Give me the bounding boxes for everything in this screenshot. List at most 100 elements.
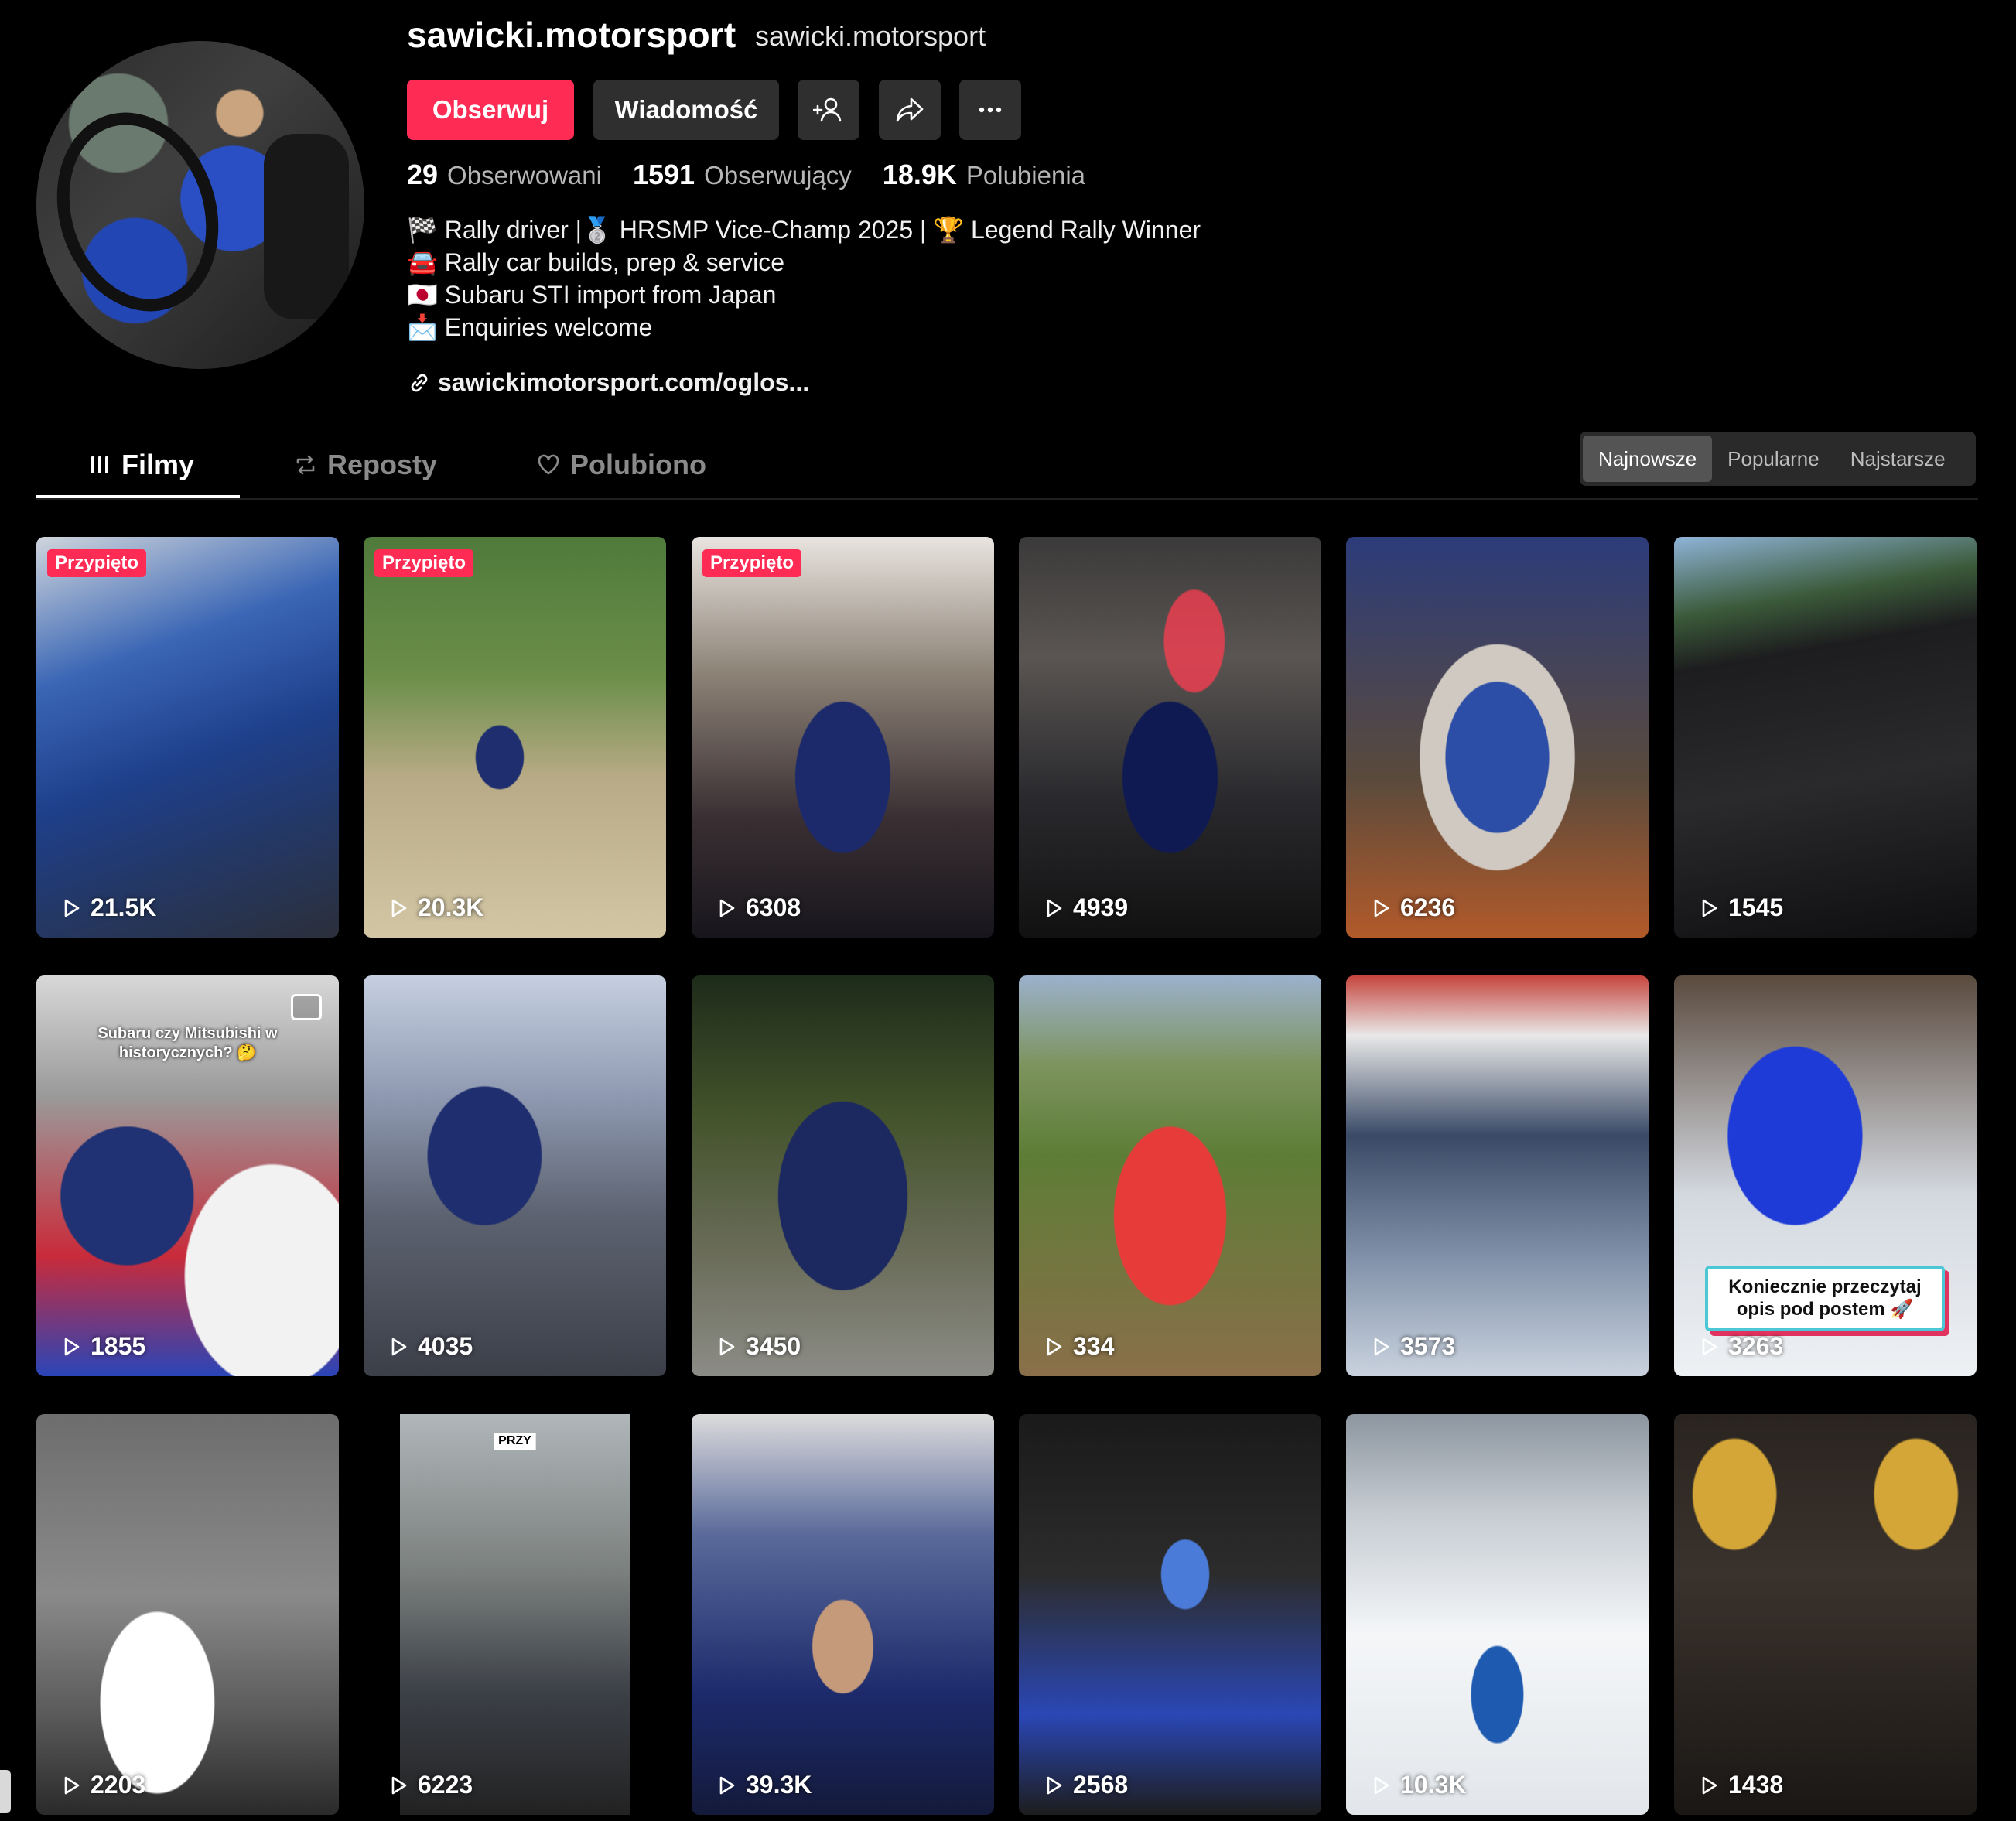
view-count-value: 3263 bbox=[1728, 1332, 1784, 1360]
side-scroll-handle[interactable] bbox=[0, 1770, 11, 1813]
video-card[interactable]: 4939 bbox=[1019, 537, 1321, 938]
tab-liked[interactable]: Polubiono bbox=[536, 433, 706, 497]
tab-liked-label: Polubiono bbox=[570, 449, 706, 480]
more-options-button[interactable] bbox=[959, 80, 1021, 140]
view-count-value: 6223 bbox=[418, 1771, 473, 1799]
bio-line: 📩 Enquiries welcome bbox=[407, 313, 653, 341]
video-card[interactable]: Subaru czy Mitsubishi w historycznych? 🤔… bbox=[36, 975, 339, 1376]
view-count-value: 1855 bbox=[91, 1332, 146, 1360]
view-count: 39.3K bbox=[715, 1771, 812, 1799]
video-card[interactable]: 4035 bbox=[364, 975, 666, 1376]
view-count-value: 2568 bbox=[1073, 1771, 1129, 1799]
video-card[interactable]: Przypięto 20.3K bbox=[364, 537, 666, 938]
view-count: 6223 bbox=[387, 1771, 473, 1799]
profile-bio: 🏁 Rally driver |🥈 HRSMP Vice-Champ 2025 … bbox=[407, 214, 1201, 343]
video-card[interactable]: Przypięto 6308 bbox=[692, 537, 994, 938]
view-count-value: 6308 bbox=[746, 893, 801, 921]
view-count: 4035 bbox=[387, 1332, 473, 1361]
stat-label: Polubienia bbox=[965, 161, 1085, 190]
video-overlay-text: Subaru czy Mitsubishi w historycznych? 🤔 bbox=[97, 1025, 278, 1061]
follow-button[interactable]: Obserwuj bbox=[407, 80, 574, 140]
stat-label: Obserwujący bbox=[704, 161, 852, 190]
profile-nickname: sawicki.motorsport bbox=[755, 20, 986, 52]
add-friend-button[interactable] bbox=[798, 80, 859, 140]
view-count: 1438 bbox=[1697, 1771, 1783, 1799]
bio-line: 🏁 Rally driver |🥈 HRSMP Vice-Champ 2025 … bbox=[407, 216, 1201, 244]
following-stat[interactable]: 29 Obserwowani bbox=[407, 159, 602, 191]
view-count-value: 2203 bbox=[91, 1771, 146, 1799]
video-card[interactable]: 3573 bbox=[1346, 975, 1649, 1376]
view-count-value: 10.3K bbox=[1400, 1771, 1467, 1799]
pinned-badge: Przypięto bbox=[702, 549, 802, 577]
view-count-value: 20.3K bbox=[418, 893, 484, 921]
followers-stat[interactable]: 1591 Obserwujący bbox=[633, 159, 852, 191]
video-card[interactable]: 2568 bbox=[1019, 1414, 1321, 1815]
view-count-value: 6236 bbox=[1400, 893, 1456, 921]
video-card[interactable]: 10.3K bbox=[1346, 1414, 1649, 1815]
view-count: 3450 bbox=[715, 1332, 801, 1361]
more-icon bbox=[979, 107, 1002, 113]
grid-icon bbox=[91, 456, 108, 473]
play-icon bbox=[1702, 1776, 1717, 1794]
play-icon bbox=[1374, 899, 1389, 917]
tab-videos[interactable]: Filmy bbox=[87, 433, 194, 497]
view-count: 2568 bbox=[1042, 1771, 1128, 1799]
video-card[interactable]: 334 bbox=[1019, 975, 1321, 1376]
play-icon bbox=[64, 899, 80, 917]
video-card[interactable]: Koniecznie przeczytaj opis pod postem 🚀 … bbox=[1674, 975, 1977, 1376]
video-card[interactable]: 1545 bbox=[1674, 537, 1977, 938]
bio-line: 🇯🇵 Subaru STI import from Japan bbox=[407, 281, 777, 309]
sort-popular[interactable]: Popularne bbox=[1712, 436, 1835, 482]
play-icon bbox=[391, 1776, 407, 1794]
stat-value: 18.9K bbox=[882, 159, 957, 190]
play-icon bbox=[64, 1776, 80, 1794]
play-icon bbox=[391, 1338, 407, 1355]
play-icon bbox=[719, 899, 735, 917]
stat-label: Obserwowani bbox=[447, 161, 602, 190]
video-card[interactable]: 2203 bbox=[36, 1414, 339, 1815]
play-icon bbox=[719, 1776, 735, 1794]
profile-link-text: sawickimotorsport.com/oglos... bbox=[438, 368, 810, 396]
sort-toggle: Najnowsze Popularne Najstarsze bbox=[1580, 432, 1976, 486]
video-card[interactable]: 3450 bbox=[692, 975, 994, 1376]
video-card[interactable]: 1438 bbox=[1674, 1414, 1977, 1815]
play-icon bbox=[1047, 1338, 1062, 1355]
share-icon bbox=[896, 97, 924, 122]
video-card[interactable]: PRZY 6223 bbox=[364, 1414, 666, 1815]
play-icon bbox=[1702, 1338, 1717, 1355]
video-card[interactable]: 6236 bbox=[1346, 537, 1649, 938]
tab-reposts-label: Reposty bbox=[327, 449, 438, 480]
profile-stats: 29 Obserwowani 1591 Obserwujący 18.9K Po… bbox=[407, 159, 1116, 191]
view-count-value: 3450 bbox=[746, 1332, 801, 1360]
view-count: 4939 bbox=[1042, 893, 1128, 922]
profile-link[interactable]: sawickimotorsport.com/oglos... bbox=[407, 368, 809, 397]
bio-line: 🚘 Rally car builds, prep & service bbox=[407, 248, 785, 276]
profile-avatar[interactable] bbox=[36, 41, 364, 369]
view-count-value: 39.3K bbox=[746, 1771, 812, 1799]
steering-wheel-graphic bbox=[36, 91, 244, 333]
video-sticker-text: PRZY bbox=[494, 1433, 536, 1450]
view-count: 10.3K bbox=[1369, 1771, 1466, 1799]
view-count: 2203 bbox=[60, 1771, 145, 1799]
tab-reposts[interactable]: Reposty bbox=[293, 433, 437, 497]
sort-newest[interactable]: Najnowsze bbox=[1583, 436, 1713, 482]
view-count-value: 21.5K bbox=[91, 893, 157, 921]
view-count: 6236 bbox=[1369, 893, 1455, 922]
play-icon bbox=[1702, 899, 1717, 917]
play-icon bbox=[1374, 1776, 1389, 1794]
tab-videos-label: Filmy bbox=[121, 449, 195, 480]
sort-oldest[interactable]: Najstarsze bbox=[1835, 436, 1961, 482]
view-count: 21.5K bbox=[60, 893, 156, 922]
view-count: 1855 bbox=[60, 1332, 145, 1361]
share-button[interactable] bbox=[879, 80, 941, 140]
video-card[interactable]: Przypięto 21.5K bbox=[36, 537, 339, 938]
view-count: 1545 bbox=[1697, 893, 1783, 922]
play-icon bbox=[1374, 1338, 1389, 1355]
view-count-value: 4035 bbox=[418, 1332, 473, 1360]
video-card[interactable]: 39.3K bbox=[692, 1414, 994, 1815]
view-count: 334 bbox=[1042, 1332, 1114, 1361]
repost-icon bbox=[296, 455, 315, 475]
view-count-value: 334 bbox=[1073, 1332, 1115, 1360]
message-button[interactable]: Wiadomość bbox=[593, 80, 779, 140]
view-count: 20.3K bbox=[387, 893, 483, 922]
